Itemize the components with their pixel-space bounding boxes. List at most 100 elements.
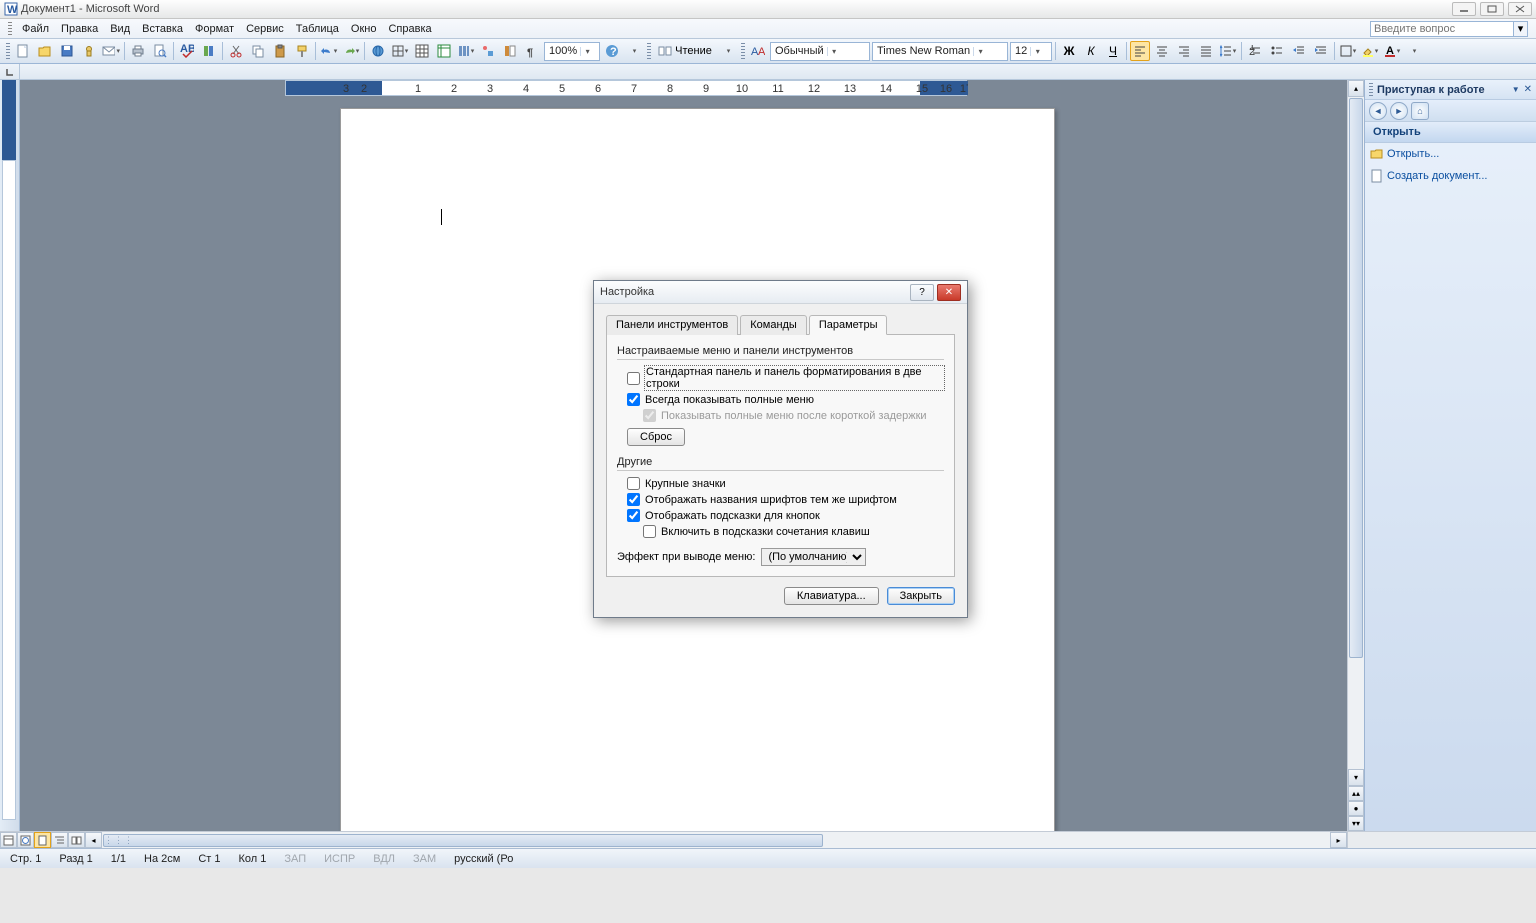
tables-borders-button[interactable] xyxy=(390,41,410,61)
style-combo[interactable]: Обычный▾ xyxy=(770,42,870,61)
increase-indent-button[interactable] xyxy=(1311,41,1331,61)
font-combo[interactable]: Times New Roman▾ xyxy=(872,42,1008,61)
tab-selector[interactable] xyxy=(0,64,20,80)
fontsize-combo[interactable]: 12▾ xyxy=(1010,42,1052,61)
menu-window[interactable]: Окно xyxy=(345,21,383,37)
redo-button[interactable] xyxy=(341,41,361,61)
print-preview-button[interactable] xyxy=(150,41,170,61)
toolbar-gripper-2[interactable] xyxy=(647,43,651,59)
highlight-button[interactable] xyxy=(1360,41,1380,61)
view-reading-button[interactable] xyxy=(68,832,85,848)
copy-button[interactable] xyxy=(248,41,268,61)
line-spacing-button[interactable] xyxy=(1218,41,1238,61)
hscroll-left-button[interactable]: ◂ xyxy=(85,832,102,848)
save-button[interactable] xyxy=(57,41,77,61)
view-print-button[interactable] xyxy=(34,832,51,848)
undo-button[interactable] xyxy=(319,41,339,61)
taskpane-link-open[interactable]: Открыть... xyxy=(1365,143,1536,165)
dialog-help-button[interactable]: ? xyxy=(910,284,934,301)
close-window-button[interactable] xyxy=(1508,2,1532,16)
toolbar-gripper-1[interactable] xyxy=(6,43,10,59)
vertical-scrollbar[interactable]: ▴ ▾ ▴▴ ● ▾▾ xyxy=(1347,80,1364,831)
close-button[interactable]: Закрыть xyxy=(887,587,955,605)
styles-button[interactable]: AА xyxy=(748,41,768,61)
menu-insert[interactable]: Вставка xyxy=(136,21,189,37)
insert-table-button[interactable] xyxy=(412,41,432,61)
format-painter-button[interactable] xyxy=(292,41,312,61)
email-button[interactable] xyxy=(101,41,121,61)
research-button[interactable] xyxy=(199,41,219,61)
toolbar-gripper-3[interactable] xyxy=(741,43,745,59)
browse-next-button[interactable]: ▾▾ xyxy=(1348,816,1364,831)
taskpane-gripper[interactable] xyxy=(1369,83,1373,97)
tab-toolbars[interactable]: Панели инструментов xyxy=(606,315,738,335)
view-web-button[interactable] xyxy=(17,832,34,848)
menu-tools[interactable]: Сервис xyxy=(240,21,290,37)
italic-button[interactable]: К xyxy=(1081,41,1101,61)
status-ovr[interactable]: ЗАМ xyxy=(409,853,440,865)
new-doc-button[interactable] xyxy=(13,41,33,61)
borders-button[interactable] xyxy=(1338,41,1358,61)
status-lang[interactable]: русский (Ро xyxy=(450,853,517,865)
cb-shortcuts[interactable] xyxy=(643,525,656,538)
status-pages[interactable]: 1/1 xyxy=(107,853,130,865)
cb-tooltips[interactable] xyxy=(627,509,640,522)
numbering-button[interactable]: 12 xyxy=(1245,41,1265,61)
hscroll-thumb[interactable]: ⋮⋮⋮ xyxy=(103,834,823,847)
align-left-button[interactable] xyxy=(1130,41,1150,61)
tab-options[interactable]: Параметры xyxy=(809,315,888,335)
effect-select[interactable]: (По умолчанию) xyxy=(761,548,866,566)
status-ext[interactable]: ВДЛ xyxy=(369,853,399,865)
align-center-button[interactable] xyxy=(1152,41,1172,61)
cut-button[interactable] xyxy=(226,41,246,61)
insert-hyperlink-button[interactable] xyxy=(368,41,388,61)
status-at[interactable]: На 2см xyxy=(140,853,184,865)
taskpane-fwd-button[interactable]: ► xyxy=(1390,102,1408,120)
menu-format[interactable]: Формат xyxy=(189,21,240,37)
toolbar-options-1[interactable] xyxy=(624,41,644,61)
paste-button[interactable] xyxy=(270,41,290,61)
decrease-indent-button[interactable] xyxy=(1289,41,1309,61)
status-rec[interactable]: ЗАП xyxy=(280,853,310,865)
vscroll-thumb[interactable] xyxy=(1349,98,1363,658)
ask-question-dropdown[interactable]: ▾ xyxy=(1514,21,1528,37)
menu-view[interactable]: Вид xyxy=(104,21,136,37)
browse-prev-button[interactable]: ▴▴ xyxy=(1348,786,1364,801)
help-button[interactable]: ? xyxy=(602,41,622,61)
status-trk[interactable]: ИСПР xyxy=(320,853,359,865)
status-page[interactable]: Стр. 1 xyxy=(6,853,45,865)
toolbar-options-3[interactable] xyxy=(1404,41,1424,61)
tab-commands[interactable]: Команды xyxy=(740,315,807,335)
cb-two-rows[interactable] xyxy=(627,372,640,385)
ask-question-input[interactable] xyxy=(1370,21,1514,37)
zoom-combo[interactable]: 100%▾ xyxy=(544,42,600,61)
underline-button[interactable]: Ч xyxy=(1103,41,1123,61)
show-marks-button[interactable]: ¶ xyxy=(522,41,542,61)
font-color-button[interactable]: A xyxy=(1382,41,1402,61)
taskpane-home-button[interactable]: ⌂ xyxy=(1411,102,1429,120)
menu-help[interactable]: Справка xyxy=(382,21,437,37)
taskpane-link-new[interactable]: Создать документ... xyxy=(1365,165,1536,187)
cb-font-names[interactable] xyxy=(627,493,640,506)
scroll-up-button[interactable]: ▴ xyxy=(1348,80,1364,97)
reset-button[interactable]: Сброс xyxy=(627,428,685,446)
taskpane-close-button[interactable]: ✕ xyxy=(1524,84,1532,95)
bold-button[interactable]: Ж xyxy=(1059,41,1079,61)
dialog-close-button[interactable]: ✕ xyxy=(937,284,961,301)
view-normal-button[interactable] xyxy=(0,832,17,848)
align-right-button[interactable] xyxy=(1174,41,1194,61)
print-button[interactable] xyxy=(128,41,148,61)
columns-button[interactable] xyxy=(456,41,476,61)
horizontal-scrollbar[interactable]: ◂ ⋮⋮⋮ ▸ xyxy=(85,832,1347,848)
menu-file[interactable]: Файл xyxy=(16,21,55,37)
view-outline-button[interactable] xyxy=(51,832,68,848)
status-section[interactable]: Разд 1 xyxy=(55,853,96,865)
reading-button[interactable]: Чтение xyxy=(654,41,716,61)
status-line[interactable]: Ст 1 xyxy=(194,853,224,865)
menubar-gripper[interactable] xyxy=(8,22,12,36)
drawing-button[interactable] xyxy=(478,41,498,61)
bullets-button[interactable] xyxy=(1267,41,1287,61)
maximize-button[interactable] xyxy=(1480,2,1504,16)
dialog-titlebar[interactable]: Настройка ? ✕ xyxy=(594,281,967,304)
doc-map-button[interactable] xyxy=(500,41,520,61)
